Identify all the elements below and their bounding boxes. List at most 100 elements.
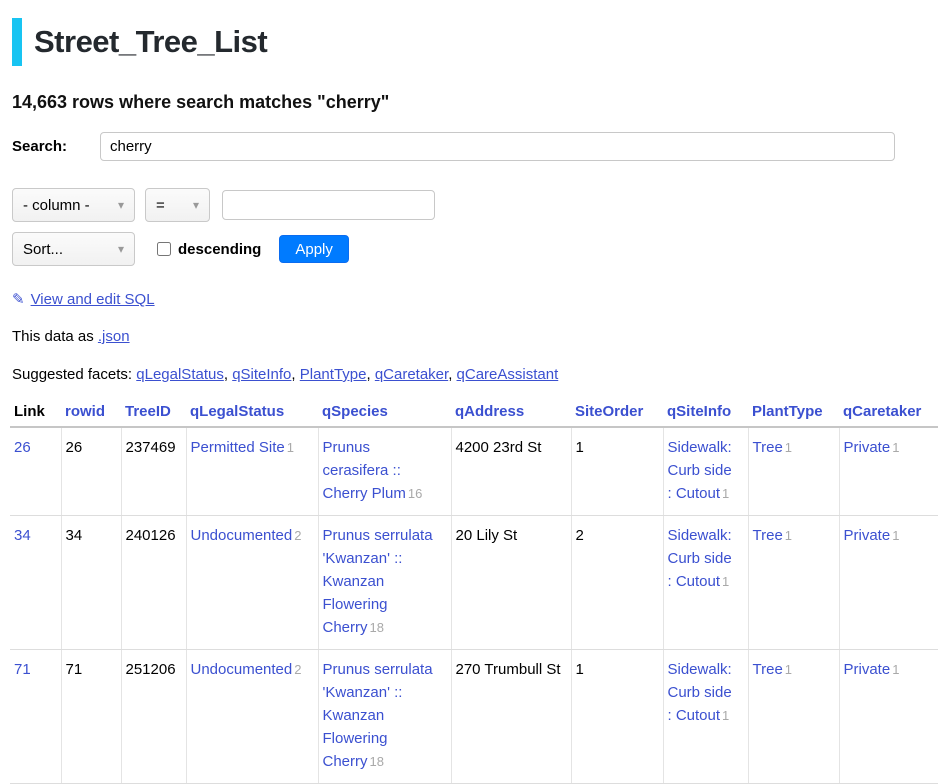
cell-qlegalstatus: Undocumented2 <box>186 516 318 650</box>
cell-qspecies: Prunus serrulata 'Kwanzan' :: Kwanzan Fl… <box>318 650 451 784</box>
row-count-summary: 14,663 rows where search matches "cherry… <box>12 92 928 113</box>
facet-count: 2 <box>294 528 301 543</box>
facet-count: 1 <box>892 528 899 543</box>
export-line: This data as .json <box>12 328 940 345</box>
sort-treeid-link[interactable]: TreeID <box>125 403 171 420</box>
cell-rowid: 71 <box>61 650 121 784</box>
search-label: Search: <box>12 138 100 155</box>
page-header: Street_Tree_List <box>12 18 940 66</box>
cell-planttype: Tree1 <box>748 427 839 516</box>
cell-link: 26 <box>10 427 61 516</box>
col-header-qspecies: qSpecies <box>318 397 451 427</box>
facet-count: 1 <box>287 440 294 455</box>
cell-qsiteinfo: Sidewalk: Curb side : Cutout1 <box>663 516 748 650</box>
facet-count: 1 <box>785 440 792 455</box>
cell-qcaretaker: Private1 <box>839 516 938 650</box>
filter-row: - column - ▾ = ▾ <box>12 188 940 222</box>
cell-treeid: 251206 <box>121 650 186 784</box>
operator-select-value: = <box>156 197 165 214</box>
row-link[interactable]: 34 <box>14 527 31 544</box>
cell-link: 34 <box>10 516 61 650</box>
facet-link-qCaretaker[interactable]: qCaretaker <box>375 366 448 383</box>
facet-value-link[interactable]: Undocumented <box>191 661 293 678</box>
cell-qaddress: 20 Lily St <box>451 516 571 650</box>
apply-button[interactable]: Apply <box>279 235 349 263</box>
facet-value-link[interactable]: Tree <box>753 661 783 678</box>
col-header-rowid: rowid <box>61 397 121 427</box>
search-form: Search: <box>12 132 895 161</box>
facet-link-qCareAssistant[interactable]: qCareAssistant <box>457 366 559 383</box>
cell-rowid: 34 <box>61 516 121 650</box>
pencil-icon: ✎ <box>12 291 25 308</box>
cell-planttype: Tree1 <box>748 650 839 784</box>
sort-qaddress-link[interactable]: qAddress <box>455 403 524 420</box>
facet-count: 1 <box>722 708 729 723</box>
facet-count: 1 <box>785 662 792 677</box>
facet-value-link[interactable]: Undocumented <box>191 527 293 544</box>
row-link[interactable]: 71 <box>14 661 31 678</box>
facet-count: 18 <box>370 754 384 769</box>
cell-qaddress: 4200 23rd St <box>451 427 571 516</box>
facet-value-link[interactable]: Prunus cerasifera :: Cherry Plum <box>323 439 406 502</box>
table-row: 26 26 237469 Permitted Site1 Prunus cera… <box>10 427 938 516</box>
data-as-prefix: This data as <box>12 328 94 345</box>
json-link[interactable]: .json <box>98 328 130 345</box>
facet-value-link[interactable]: Private <box>844 527 891 544</box>
cell-qlegalstatus: Permitted Site1 <box>186 427 318 516</box>
sort-rowid-link[interactable]: rowid <box>65 403 105 420</box>
facet-count: 1 <box>785 528 792 543</box>
search-input[interactable] <box>100 132 895 161</box>
cell-qspecies: Prunus serrulata 'Kwanzan' :: Kwanzan Fl… <box>318 516 451 650</box>
results-table: Link rowid TreeID qLegalStatus qSpecies … <box>10 397 938 784</box>
cell-qspecies: Prunus cerasifera :: Cherry Plum16 <box>318 427 451 516</box>
sort-planttype-link[interactable]: PlantType <box>752 403 823 420</box>
descending-checkbox[interactable] <box>157 242 171 256</box>
descending-label: descending <box>178 241 261 258</box>
facet-value-link[interactable]: Private <box>844 439 891 456</box>
sort-qspecies-link[interactable]: qSpecies <box>322 403 388 420</box>
chevron-down-icon: ▾ <box>118 242 124 256</box>
suggested-facets: Suggested facets: qLegalStatus qSiteInfo… <box>12 366 940 383</box>
facet-count: 2 <box>294 662 301 677</box>
operator-select[interactable]: = ▾ <box>145 188 210 222</box>
sql-line: ✎ View and edit SQL <box>12 290 940 308</box>
col-header-planttype: PlantType <box>748 397 839 427</box>
cell-siteorder: 1 <box>571 650 663 784</box>
sort-qcaretaker-link[interactable]: qCaretaker <box>843 403 921 420</box>
column-select[interactable]: - column - ▾ <box>12 188 135 222</box>
facet-value-link[interactable]: Tree <box>753 527 783 544</box>
sort-qlegalstatus-link[interactable]: qLegalStatus <box>190 403 284 420</box>
facet-count: 1 <box>722 574 729 589</box>
facet-link-qLegalStatus[interactable]: qLegalStatus <box>136 366 224 383</box>
cell-treeid: 240126 <box>121 516 186 650</box>
facet-value-link[interactable]: Tree <box>753 439 783 456</box>
col-header-qsiteinfo: qSiteInfo <box>663 397 748 427</box>
cell-treeid: 237469 <box>121 427 186 516</box>
cell-qcaretaker: Private1 <box>839 650 938 784</box>
facet-count: 1 <box>722 486 729 501</box>
table-row: 71 71 251206 Undocumented2 Prunus serrul… <box>10 650 938 784</box>
facet-link-qSiteInfo[interactable]: qSiteInfo <box>232 366 291 383</box>
cell-qlegalstatus: Undocumented2 <box>186 650 318 784</box>
view-edit-sql-link[interactable]: View and edit SQL <box>31 291 155 308</box>
sort-select[interactable]: Sort... ▾ <box>12 232 135 266</box>
col-header-link: Link <box>10 397 61 427</box>
facet-count: 1 <box>892 662 899 677</box>
filter-value-input[interactable] <box>222 190 435 220</box>
facets-prefix: Suggested facets: <box>12 366 132 383</box>
col-header-qlegalstatus: qLegalStatus <box>186 397 318 427</box>
sort-qsiteinfo-link[interactable]: qSiteInfo <box>667 403 731 420</box>
column-select-value: - column - <box>23 197 90 214</box>
accent-bar <box>12 18 22 66</box>
facet-value-link[interactable]: Permitted Site <box>191 439 285 456</box>
facet-count: 1 <box>892 440 899 455</box>
cell-link: 71 <box>10 650 61 784</box>
sort-siteorder-link[interactable]: SiteOrder <box>575 403 643 420</box>
table-row: 34 34 240126 Undocumented2 Prunus serrul… <box>10 516 938 650</box>
facet-value-link[interactable]: Private <box>844 661 891 678</box>
facet-count: 16 <box>408 486 422 501</box>
cell-qsiteinfo: Sidewalk: Curb side : Cutout1 <box>663 650 748 784</box>
sort-row: Sort... ▾ descending Apply <box>12 232 940 266</box>
facet-link-PlantType[interactable]: PlantType <box>300 366 367 383</box>
row-link[interactable]: 26 <box>14 439 31 456</box>
